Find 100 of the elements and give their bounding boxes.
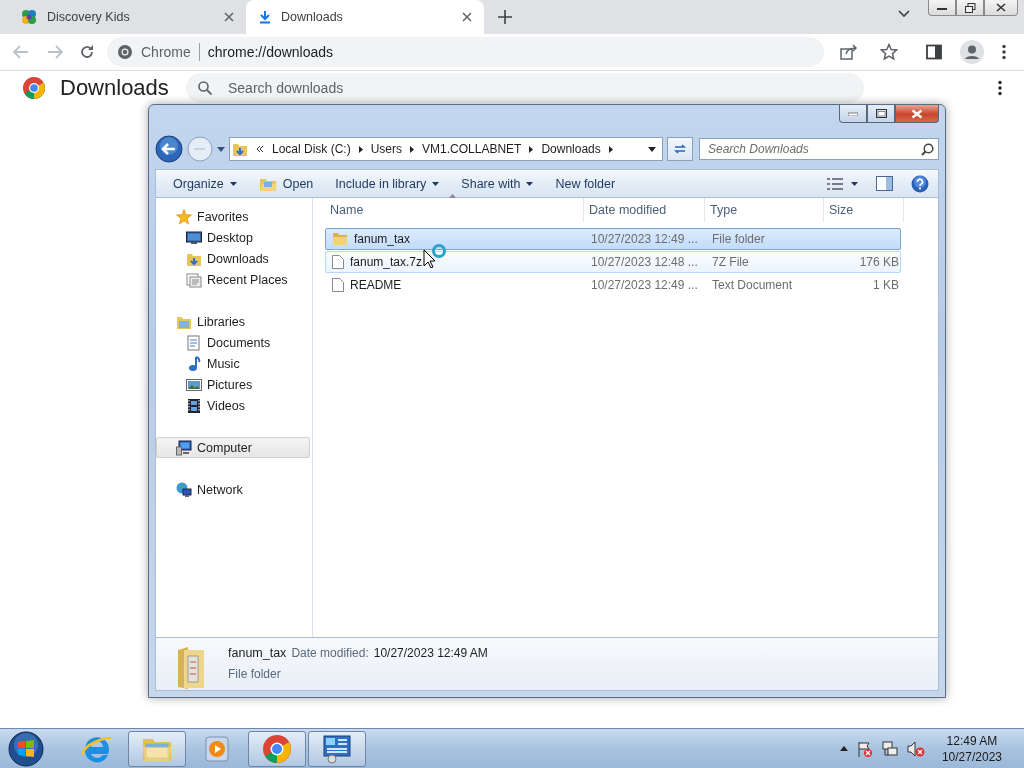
address-bar[interactable]: Local Disk (C:) Users VM1.COLLABNET Downloads <box>229 137 663 161</box>
item-type: File folder <box>228 667 282 681</box>
nav-item[interactable]: Computer <box>156 437 310 458</box>
taskbar-button[interactable] <box>308 730 366 767</box>
breadcrumb-link[interactable]: Users <box>370 142 403 156</box>
view-options-button[interactable] <box>827 177 858 190</box>
folder-icon <box>332 232 348 246</box>
new-tab-icon[interactable] <box>498 10 512 24</box>
globe-icon <box>176 481 192 498</box>
file-row[interactable]: fanum_tax.7z 10/27/2023 12:48 ... 7Z File 176 KB <box>325 251 901 273</box>
file-row[interactable]: fanum_tax 10/27/2023 12:49 ... File folder <box>325 228 901 250</box>
close-button[interactable] <box>895 105 939 123</box>
breadcrumb-arrow-icon[interactable] <box>529 145 534 153</box>
more-icon[interactable] <box>998 80 1002 96</box>
search-icon <box>198 81 212 95</box>
help-icon[interactable] <box>911 174 929 193</box>
type-text: Text Document <box>711 278 794 292</box>
column-header[interactable]: Size <box>824 198 904 222</box>
minimize-button[interactable] <box>928 0 956 16</box>
browser-tab[interactable]: Downloads <box>246 0 484 34</box>
dropdown-arrow-icon <box>229 181 237 186</box>
close-button[interactable] <box>984 0 1018 16</box>
flag-icon[interactable] <box>856 740 873 757</box>
document-icon <box>332 255 344 269</box>
flower-icon <box>20 8 38 26</box>
close-icon[interactable] <box>462 12 472 22</box>
close-icon <box>996 3 1006 12</box>
list-view-icon <box>827 177 843 190</box>
download-icon <box>258 10 272 24</box>
nav-item[interactable]: Music <box>156 353 310 374</box>
star-icon <box>176 208 192 225</box>
toolbar-button[interactable]: Include in library <box>326 172 449 195</box>
breadcrumb-arrow-icon[interactable] <box>410 145 415 153</box>
nav-item[interactable]: Network <box>156 479 310 500</box>
breadcrumb-link[interactable]: VM1.COLLABNET <box>422 142 522 156</box>
nav-item[interactable]: Videos <box>156 395 310 416</box>
nav-item[interactable]: Favorites <box>156 206 310 227</box>
nav-item[interactable]: Desktop <box>156 227 310 248</box>
document-icon <box>332 278 344 292</box>
taskbar-button[interactable] <box>248 730 306 767</box>
profile-icon[interactable] <box>960 40 984 64</box>
breadcrumb-link[interactable]: Local Disk (C:) <box>272 142 351 156</box>
refresh-icon <box>673 142 687 156</box>
maximize-button[interactable] <box>867 105 895 123</box>
minimize-button[interactable] <box>839 105 867 123</box>
share-icon[interactable] <box>840 44 858 60</box>
dropdown-arrow-icon[interactable] <box>648 146 656 152</box>
breadcrumb-link[interactable]: Downloads <box>541 142 601 156</box>
field-label: Date modified: <box>291 646 369 660</box>
start-icon[interactable] <box>6 729 46 768</box>
network-icon[interactable] <box>881 740 898 757</box>
url-text: chrome://downloads <box>207 44 334 60</box>
browser-tab[interactable]: Discovery Kids <box>8 0 246 34</box>
taskbar-button[interactable] <box>128 730 186 767</box>
chevron-down-icon[interactable] <box>898 10 910 18</box>
column-header[interactable]: Date modified <box>584 198 705 222</box>
sort-arrow-icon <box>449 194 456 198</box>
file-row[interactable]: README 10/27/2023 12:49 ... Text Document 1 KB <box>325 274 901 296</box>
caret-up-icon[interactable] <box>839 746 848 751</box>
busy-cursor-icon <box>423 244 449 268</box>
chrome-logo-icon <box>22 76 46 100</box>
nav-item[interactable]: Documents <box>156 332 310 353</box>
search-field[interactable]: Search Downloads <box>699 138 939 160</box>
speaker-muted-icon[interactable] <box>906 740 925 757</box>
file-name: fanum_tax <box>354 232 411 246</box>
music-note-icon <box>186 355 202 372</box>
column-header[interactable]: Type <box>705 198 824 222</box>
clock[interactable]: 12:49 AM 10/27/2023 <box>941 733 1002 764</box>
nav-item[interactable]: Recent Places <box>156 269 310 290</box>
nav-item[interactable]: Pictures <box>156 374 310 395</box>
address-bar[interactable]: Chrome chrome://downloads <box>107 37 824 67</box>
monitor-icon <box>186 229 202 246</box>
file-name: README <box>350 278 402 292</box>
preview-pane-icon[interactable] <box>876 176 893 191</box>
refresh-button[interactable] <box>667 137 693 161</box>
menu-icon[interactable] <box>1002 44 1006 60</box>
restore-icon <box>964 2 976 13</box>
breadcrumb-arrow-icon[interactable] <box>608 145 613 153</box>
star-icon[interactable] <box>880 43 898 61</box>
minimize-icon <box>848 111 858 116</box>
page-title: Downloads <box>60 76 170 100</box>
back-button-icon[interactable] <box>155 135 183 163</box>
nav-item[interactable]: Downloads <box>156 248 310 269</box>
search-field[interactable]: Search downloads <box>186 73 864 103</box>
nav-item[interactable]: Libraries <box>156 311 310 332</box>
breadcrumb-arrow-icon[interactable] <box>358 145 363 153</box>
search-icon <box>921 143 934 156</box>
toolbar-button[interactable]: New folder <box>546 172 625 195</box>
side-panel-icon[interactable] <box>926 44 942 60</box>
toolbar-button[interactable]: Share with <box>452 172 543 195</box>
reload-icon[interactable] <box>79 44 95 60</box>
dropdown-arrow-icon <box>526 181 534 186</box>
file-name: fanum_tax.7z <box>350 255 423 269</box>
restore-button[interactable] <box>956 0 984 16</box>
toolbar-button[interactable]: Open <box>249 172 323 195</box>
close-icon[interactable] <box>224 12 234 22</box>
site-label: Chrome <box>141 44 191 60</box>
date-text: 10/27/2023 12:49 ... <box>590 232 699 246</box>
close-icon <box>911 108 923 119</box>
toolbar-button[interactable]: Organize <box>164 172 246 195</box>
